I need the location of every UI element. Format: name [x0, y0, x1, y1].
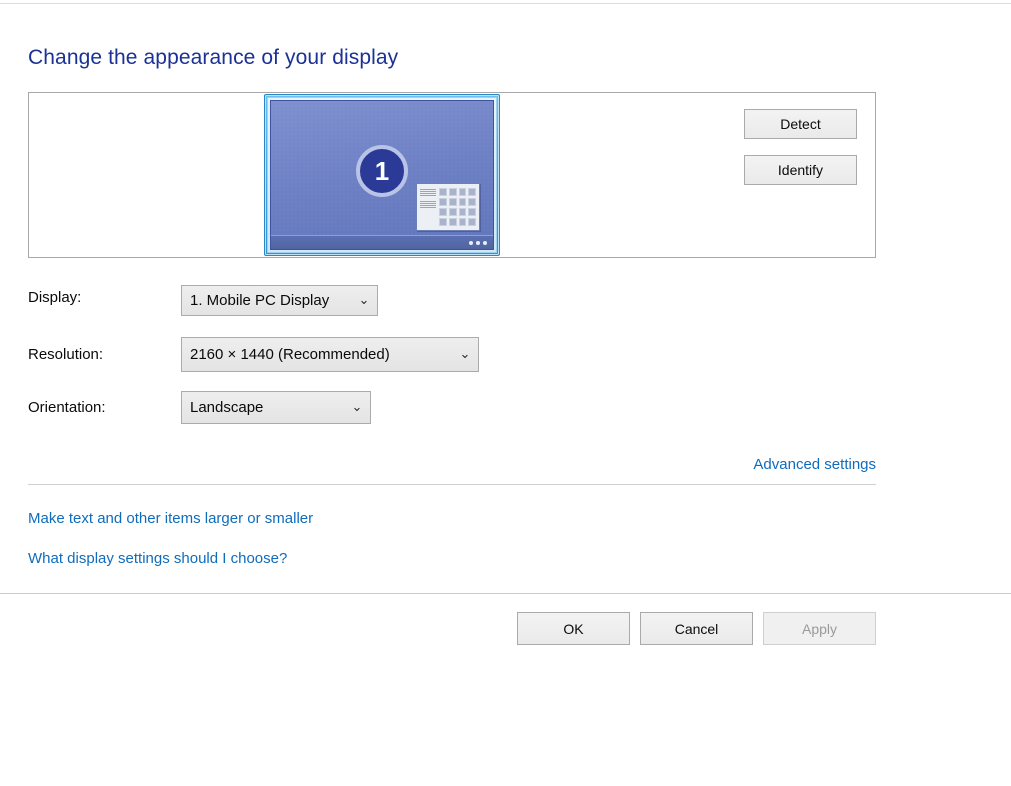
- sidebar-text-block-bottom: [420, 201, 436, 208]
- orientation-select[interactable]: Landscape ⌄: [181, 391, 371, 424]
- display-select-value: 1. Mobile PC Display: [190, 292, 330, 309]
- tray-dot-icon: [476, 240, 480, 245]
- what-display-settings-link[interactable]: What display settings should I choose?: [28, 549, 287, 569]
- apply-button: Apply: [763, 612, 876, 645]
- identify-button[interactable]: Identify: [744, 155, 857, 185]
- monitor-thumbnail[interactable]: 1: [264, 94, 500, 256]
- sidebar-text-block-top: [420, 189, 436, 196]
- desktop-window-icon: [416, 183, 480, 231]
- advanced-settings-link[interactable]: Advanced settings: [753, 455, 876, 475]
- footer-divider: [0, 593, 1011, 594]
- monitor-screen: 1: [270, 100, 494, 250]
- orientation-select-value: Landscape: [190, 399, 264, 416]
- make-text-larger-link[interactable]: Make text and other items larger or smal…: [28, 509, 313, 529]
- page-title: Change the appearance of your display: [28, 46, 399, 69]
- top-divider: [0, 3, 1011, 4]
- window-tile-grid: [439, 188, 476, 226]
- cancel-button[interactable]: Cancel: [640, 612, 753, 645]
- detect-button[interactable]: Detect: [744, 109, 857, 139]
- display-number-badge: 1: [356, 145, 408, 197]
- resolution-label: Resolution:: [28, 346, 104, 363]
- chevron-down-icon: ⌄: [459, 346, 471, 361]
- display-select[interactable]: 1. Mobile PC Display ⌄: [181, 285, 378, 316]
- monitor-taskbar: [271, 235, 493, 249]
- tray-dot-icon: [469, 240, 473, 245]
- orientation-label: Orientation:: [28, 399, 106, 416]
- tray-dot-icon: [483, 240, 487, 245]
- chevron-down-icon: ⌄: [351, 399, 363, 414]
- resolution-select[interactable]: 2160 × 1440 (Recommended) ⌄: [181, 337, 479, 372]
- ok-button[interactable]: OK: [517, 612, 630, 645]
- resolution-select-value: 2160 × 1440 (Recommended): [190, 346, 390, 363]
- chevron-down-icon: ⌄: [358, 292, 370, 307]
- display-label: Display:: [28, 289, 82, 306]
- content-divider: [28, 484, 876, 485]
- window-sidebar: [420, 188, 436, 226]
